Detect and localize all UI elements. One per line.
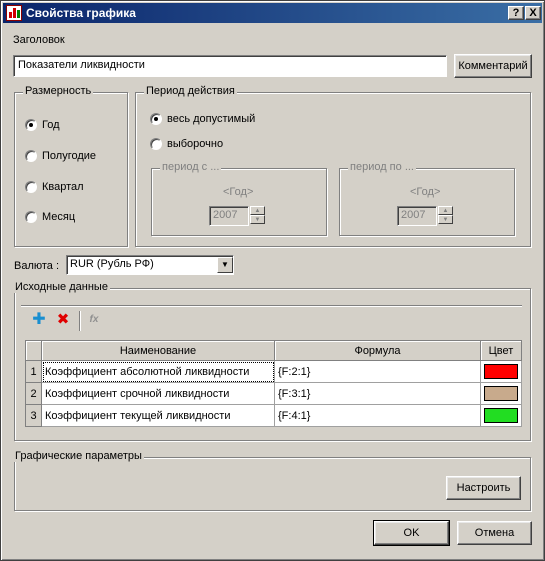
series-color-cell[interactable] bbox=[480, 360, 522, 383]
radio-year[interactable]: Год bbox=[25, 119, 60, 132]
series-name-cell[interactable]: Коэффициент срочной ликвидности bbox=[41, 382, 275, 405]
source-data-divider bbox=[21, 305, 522, 307]
radio-selective-label: выборочно bbox=[167, 138, 224, 151]
table-header-row: Наименование Формула Цвет bbox=[25, 340, 522, 361]
radio-all-allowed-label: весь допустимый bbox=[167, 113, 256, 126]
configure-button[interactable]: Настроить bbox=[446, 476, 521, 500]
column-header-color[interactable]: Цвет bbox=[480, 340, 522, 361]
delete-icon[interactable]: ✖ bbox=[54, 311, 72, 329]
source-data-legend: Исходные данные bbox=[13, 281, 110, 293]
table-row[interactable]: 2 Коэффициент срочной ликвидности {F:3:1… bbox=[25, 382, 522, 405]
color-swatch[interactable] bbox=[484, 408, 518, 423]
ok-button[interactable]: OK bbox=[373, 520, 450, 546]
spin-up-icon[interactable]: ▲ bbox=[250, 206, 265, 215]
close-button[interactable]: X bbox=[525, 6, 541, 20]
chart-title-input[interactable]: Показатели ликвидности bbox=[13, 55, 447, 77]
radio-button-icon[interactable] bbox=[25, 181, 37, 194]
radio-half-year-label: Полугодие bbox=[42, 150, 97, 163]
series-formula-cell[interactable]: {F:3:1} bbox=[274, 382, 481, 405]
period-to-year-input[interactable]: 2007 bbox=[397, 206, 437, 226]
graphic-params-legend: Графические параметры bbox=[13, 450, 144, 462]
cancel-button[interactable]: Отмена bbox=[457, 521, 532, 545]
chart-app-icon bbox=[6, 5, 22, 21]
series-color-cell[interactable] bbox=[480, 382, 522, 405]
color-swatch[interactable] bbox=[484, 364, 518, 379]
period-to-spinner[interactable]: ▲ ▼ bbox=[438, 206, 453, 224]
add-icon[interactable]: ✚ bbox=[30, 311, 48, 329]
color-swatch[interactable] bbox=[484, 386, 518, 401]
series-name-cell[interactable]: Коэффициент абсолютной ликвидности bbox=[41, 360, 275, 383]
table-row[interactable]: 1 Коэффициент абсолютной ликвидности {F:… bbox=[25, 360, 522, 383]
radio-half-year[interactable]: Полугодие bbox=[25, 150, 97, 163]
column-header-formula[interactable]: Формула bbox=[274, 340, 481, 361]
radio-button-icon[interactable] bbox=[150, 113, 162, 126]
spin-down-icon[interactable]: ▼ bbox=[250, 215, 265, 224]
period-to-legend: период по ... bbox=[348, 161, 416, 173]
radio-year-label: Год bbox=[42, 119, 60, 132]
title-bar[interactable]: Свойства графика ? X bbox=[3, 3, 542, 23]
help-button[interactable]: ? bbox=[508, 6, 524, 20]
dimension-legend: Размерность bbox=[23, 85, 94, 97]
table-row[interactable]: 3 Коэффициент текущей ликвидности {F:4:1… bbox=[25, 404, 522, 427]
radio-quarter[interactable]: Квартал bbox=[25, 181, 84, 194]
spin-up-icon[interactable]: ▲ bbox=[438, 206, 453, 215]
spin-down-icon[interactable]: ▼ bbox=[438, 215, 453, 224]
comment-button[interactable]: Комментарий bbox=[454, 54, 532, 78]
column-header-name[interactable]: Наименование bbox=[41, 340, 275, 361]
radio-quarter-label: Квартал bbox=[42, 181, 84, 194]
chevron-down-icon[interactable]: ▼ bbox=[217, 257, 233, 273]
radio-button-icon[interactable] bbox=[25, 150, 37, 163]
title-label: Заголовок bbox=[13, 34, 65, 46]
radio-month-label: Месяц bbox=[42, 211, 76, 224]
radio-button-icon[interactable] bbox=[25, 119, 37, 132]
radio-button-icon[interactable] bbox=[150, 138, 162, 151]
row-number[interactable]: 2 bbox=[25, 382, 42, 405]
window-title: Свойства графика bbox=[26, 6, 136, 20]
currency-select[interactable]: RUR (Рубль РФ) bbox=[66, 255, 234, 275]
source-data-table: Наименование Формула Цвет 1 Коэффициент … bbox=[25, 340, 522, 427]
period-from-spinner[interactable]: ▲ ▼ bbox=[250, 206, 265, 224]
period-from-legend: период с ... bbox=[160, 161, 222, 173]
series-name-cell[interactable]: Коэффициент текущей ликвидности bbox=[41, 404, 275, 427]
series-formula-cell[interactable]: {F:4:1} bbox=[274, 404, 481, 427]
formula-icon[interactable]: fx bbox=[85, 311, 103, 329]
period-legend: Период действия bbox=[144, 85, 237, 97]
series-color-cell[interactable] bbox=[480, 404, 522, 427]
dimension-group: Размерность bbox=[14, 85, 128, 247]
series-formula-cell[interactable]: {F:2:1} bbox=[274, 360, 481, 383]
currency-label: Валюта : bbox=[14, 260, 60, 272]
row-number[interactable]: 1 bbox=[25, 360, 42, 383]
radio-button-icon[interactable] bbox=[25, 211, 37, 224]
toolbar-separator bbox=[79, 311, 81, 331]
radio-selective[interactable]: выборочно bbox=[150, 138, 224, 151]
radio-month[interactable]: Месяц bbox=[25, 211, 76, 224]
row-number[interactable]: 3 bbox=[25, 404, 42, 427]
chart-properties-dialog: Свойства графика ? X Заголовок Показател… bbox=[0, 0, 545, 561]
corner-header bbox=[25, 340, 42, 361]
period-from-year-input[interactable]: 2007 bbox=[209, 206, 249, 226]
radio-all-allowed[interactable]: весь допустимый bbox=[150, 113, 256, 126]
period-from-unit: <Год> bbox=[223, 186, 254, 198]
period-to-unit: <Год> bbox=[410, 186, 441, 198]
